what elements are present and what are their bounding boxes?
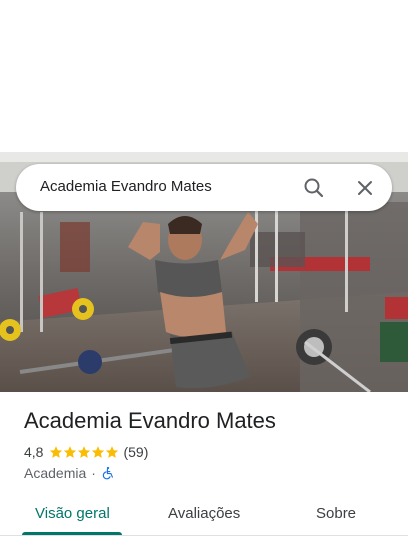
star-icon	[64, 446, 77, 458]
reviews-count[interactable]: (59)	[123, 444, 148, 460]
place-title: Academia Evandro Mates	[24, 408, 276, 433]
maps-place-page: Academia Evandro Mates Academia Evandro …	[0, 0, 408, 544]
tab-reviews[interactable]: Avaliações	[168, 505, 240, 522]
star-icon	[50, 446, 63, 458]
close-icon[interactable]	[353, 176, 377, 200]
tabs-divider	[0, 535, 408, 536]
category-row: Academia ·	[24, 465, 115, 481]
tab-overview[interactable]: Visão geral	[35, 505, 110, 522]
place-category: Academia	[24, 465, 87, 481]
rating-row[interactable]: 4,8 (59)	[24, 444, 148, 460]
place-tabs: Visão geral Avaliações Sobre	[0, 496, 408, 536]
search-query[interactable]: Academia Evandro Mates	[40, 178, 212, 195]
star-icon	[92, 446, 105, 458]
tab-about[interactable]: Sobre	[316, 505, 356, 522]
wheelchair-icon	[102, 466, 113, 480]
star-rating	[49, 445, 119, 459]
separator-dot: ·	[91, 465, 96, 481]
search-icon[interactable]	[302, 176, 326, 200]
rating-value: 4,8	[24, 444, 44, 460]
star-icon	[106, 446, 119, 458]
star-icon	[78, 446, 91, 458]
search-bar[interactable]: Academia Evandro Mates	[16, 164, 392, 211]
